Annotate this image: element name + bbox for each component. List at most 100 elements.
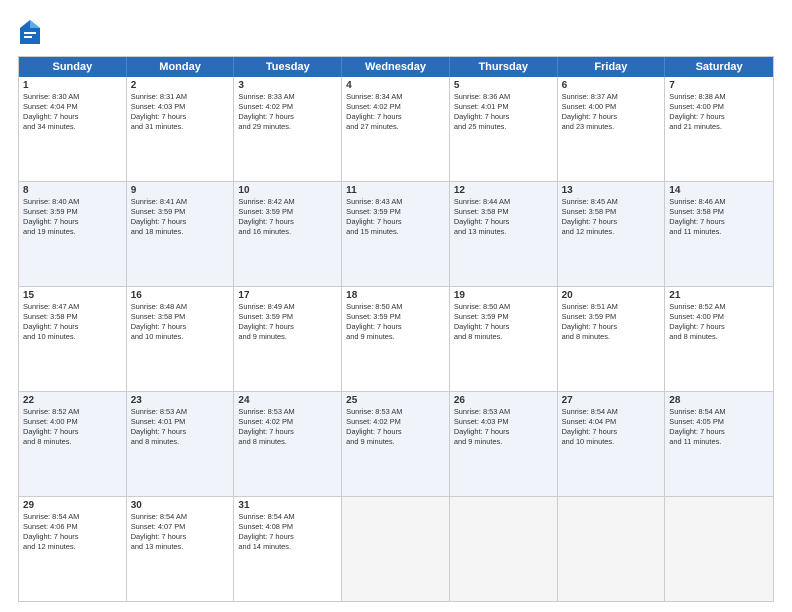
day-number: 15	[23, 290, 122, 301]
cell-info-line: Sunset: 3:59 PM	[131, 207, 230, 217]
day-number: 29	[23, 500, 122, 511]
cell-info-line: and 14 minutes.	[238, 542, 337, 552]
cell-info-line: Sunrise: 8:46 AM	[669, 197, 769, 207]
cell-info-line: Sunrise: 8:51 AM	[562, 302, 661, 312]
calendar-cell: 18Sunrise: 8:50 AMSunset: 3:59 PMDayligh…	[342, 287, 450, 391]
day-number: 27	[562, 395, 661, 406]
cell-info-line: Sunrise: 8:52 AM	[669, 302, 769, 312]
cell-info-line: Daylight: 7 hours	[23, 112, 122, 122]
cell-info-line: Daylight: 7 hours	[562, 322, 661, 332]
cell-info-line: Sunset: 3:58 PM	[23, 312, 122, 322]
calendar-cell: 2Sunrise: 8:31 AMSunset: 4:03 PMDaylight…	[127, 77, 235, 181]
cell-info-line: Sunrise: 8:43 AM	[346, 197, 445, 207]
day-number: 14	[669, 185, 769, 196]
cell-info-line: and 9 minutes.	[454, 437, 553, 447]
cell-info-line: Daylight: 7 hours	[23, 427, 122, 437]
calendar-cell: 9Sunrise: 8:41 AMSunset: 3:59 PMDaylight…	[127, 182, 235, 286]
cell-info-line: and 10 minutes.	[131, 332, 230, 342]
cell-info-line: Sunrise: 8:53 AM	[454, 407, 553, 417]
cell-info-line: Daylight: 7 hours	[669, 217, 769, 227]
cell-info-line: Sunset: 3:58 PM	[131, 312, 230, 322]
day-number: 4	[346, 80, 445, 91]
cell-info-line: and 9 minutes.	[346, 332, 445, 342]
cell-info-line: and 11 minutes.	[669, 437, 769, 447]
day-number: 19	[454, 290, 553, 301]
cell-info-line: Daylight: 7 hours	[454, 427, 553, 437]
cell-info-line: Sunset: 4:02 PM	[346, 417, 445, 427]
day-number: 22	[23, 395, 122, 406]
day-number: 12	[454, 185, 553, 196]
calendar-cell: 28Sunrise: 8:54 AMSunset: 4:05 PMDayligh…	[665, 392, 773, 496]
calendar-cell: 26Sunrise: 8:53 AMSunset: 4:03 PMDayligh…	[450, 392, 558, 496]
cell-info-line: and 13 minutes.	[131, 542, 230, 552]
calendar-cell: 24Sunrise: 8:53 AMSunset: 4:02 PMDayligh…	[234, 392, 342, 496]
calendar-cell	[342, 497, 450, 601]
cell-info-line: Sunrise: 8:53 AM	[346, 407, 445, 417]
calendar-cell: 21Sunrise: 8:52 AMSunset: 4:00 PMDayligh…	[665, 287, 773, 391]
cell-info-line: Sunset: 4:08 PM	[238, 522, 337, 532]
cell-info-line: Daylight: 7 hours	[562, 427, 661, 437]
cell-info-line: Sunrise: 8:50 AM	[454, 302, 553, 312]
cell-info-line: and 12 minutes.	[562, 227, 661, 237]
cell-info-line: Daylight: 7 hours	[131, 427, 230, 437]
calendar-cell: 4Sunrise: 8:34 AMSunset: 4:02 PMDaylight…	[342, 77, 450, 181]
cell-info-line: Daylight: 7 hours	[669, 322, 769, 332]
cell-info-line: Daylight: 7 hours	[562, 217, 661, 227]
cell-info-line: Sunset: 4:03 PM	[131, 102, 230, 112]
cell-info-line: Daylight: 7 hours	[23, 532, 122, 542]
day-number: 24	[238, 395, 337, 406]
calendar-cell: 22Sunrise: 8:52 AMSunset: 4:00 PMDayligh…	[19, 392, 127, 496]
page: SundayMondayTuesdayWednesdayThursdayFrid…	[0, 0, 792, 612]
cell-info-line: Sunset: 4:00 PM	[23, 417, 122, 427]
cell-info-line: Sunset: 3:59 PM	[23, 207, 122, 217]
cell-info-line: Sunset: 3:59 PM	[454, 312, 553, 322]
calendar-row-3: 22Sunrise: 8:52 AMSunset: 4:00 PMDayligh…	[19, 392, 773, 497]
day-number: 9	[131, 185, 230, 196]
cell-info-line: Daylight: 7 hours	[454, 112, 553, 122]
day-number: 23	[131, 395, 230, 406]
calendar-cell	[450, 497, 558, 601]
cell-info-line: Daylight: 7 hours	[346, 217, 445, 227]
cell-info-line: Daylight: 7 hours	[131, 112, 230, 122]
cell-info-line: Sunset: 4:01 PM	[131, 417, 230, 427]
cell-info-line: Sunset: 3:59 PM	[346, 312, 445, 322]
calendar-cell: 23Sunrise: 8:53 AMSunset: 4:01 PMDayligh…	[127, 392, 235, 496]
day-number: 30	[131, 500, 230, 511]
cell-info-line: Daylight: 7 hours	[346, 427, 445, 437]
cell-info-line: Sunrise: 8:54 AM	[131, 512, 230, 522]
calendar-cell: 25Sunrise: 8:53 AMSunset: 4:02 PMDayligh…	[342, 392, 450, 496]
calendar-row-4: 29Sunrise: 8:54 AMSunset: 4:06 PMDayligh…	[19, 497, 773, 601]
cell-info-line: Daylight: 7 hours	[346, 322, 445, 332]
cell-info-line: and 12 minutes.	[23, 542, 122, 552]
day-number: 6	[562, 80, 661, 91]
cell-info-line: Sunrise: 8:33 AM	[238, 92, 337, 102]
day-number: 25	[346, 395, 445, 406]
day-header-tuesday: Tuesday	[234, 57, 342, 77]
calendar-cell	[558, 497, 666, 601]
cell-info-line: Daylight: 7 hours	[238, 427, 337, 437]
cell-info-line: Daylight: 7 hours	[238, 322, 337, 332]
day-number: 7	[669, 80, 769, 91]
cell-info-line: Sunrise: 8:50 AM	[346, 302, 445, 312]
cell-info-line: Daylight: 7 hours	[454, 322, 553, 332]
cell-info-line: Sunset: 4:04 PM	[23, 102, 122, 112]
cell-info-line: Sunset: 4:00 PM	[562, 102, 661, 112]
day-number: 10	[238, 185, 337, 196]
calendar-cell: 6Sunrise: 8:37 AMSunset: 4:00 PMDaylight…	[558, 77, 666, 181]
calendar-cell: 31Sunrise: 8:54 AMSunset: 4:08 PMDayligh…	[234, 497, 342, 601]
cell-info-line: Sunrise: 8:53 AM	[238, 407, 337, 417]
calendar-row-0: 1Sunrise: 8:30 AMSunset: 4:04 PMDaylight…	[19, 77, 773, 182]
calendar-row-2: 15Sunrise: 8:47 AMSunset: 3:58 PMDayligh…	[19, 287, 773, 392]
day-number: 3	[238, 80, 337, 91]
logo	[18, 18, 46, 46]
cell-info-line: Sunset: 4:02 PM	[346, 102, 445, 112]
calendar-cell: 1Sunrise: 8:30 AMSunset: 4:04 PMDaylight…	[19, 77, 127, 181]
cell-info-line: and 16 minutes.	[238, 227, 337, 237]
calendar-cell: 19Sunrise: 8:50 AMSunset: 3:59 PMDayligh…	[450, 287, 558, 391]
cell-info-line: Daylight: 7 hours	[562, 112, 661, 122]
calendar-cell: 12Sunrise: 8:44 AMSunset: 3:58 PMDayligh…	[450, 182, 558, 286]
cell-info-line: Daylight: 7 hours	[346, 112, 445, 122]
cell-info-line: and 8 minutes.	[131, 437, 230, 447]
cell-info-line: Daylight: 7 hours	[238, 217, 337, 227]
cell-info-line: and 8 minutes.	[238, 437, 337, 447]
